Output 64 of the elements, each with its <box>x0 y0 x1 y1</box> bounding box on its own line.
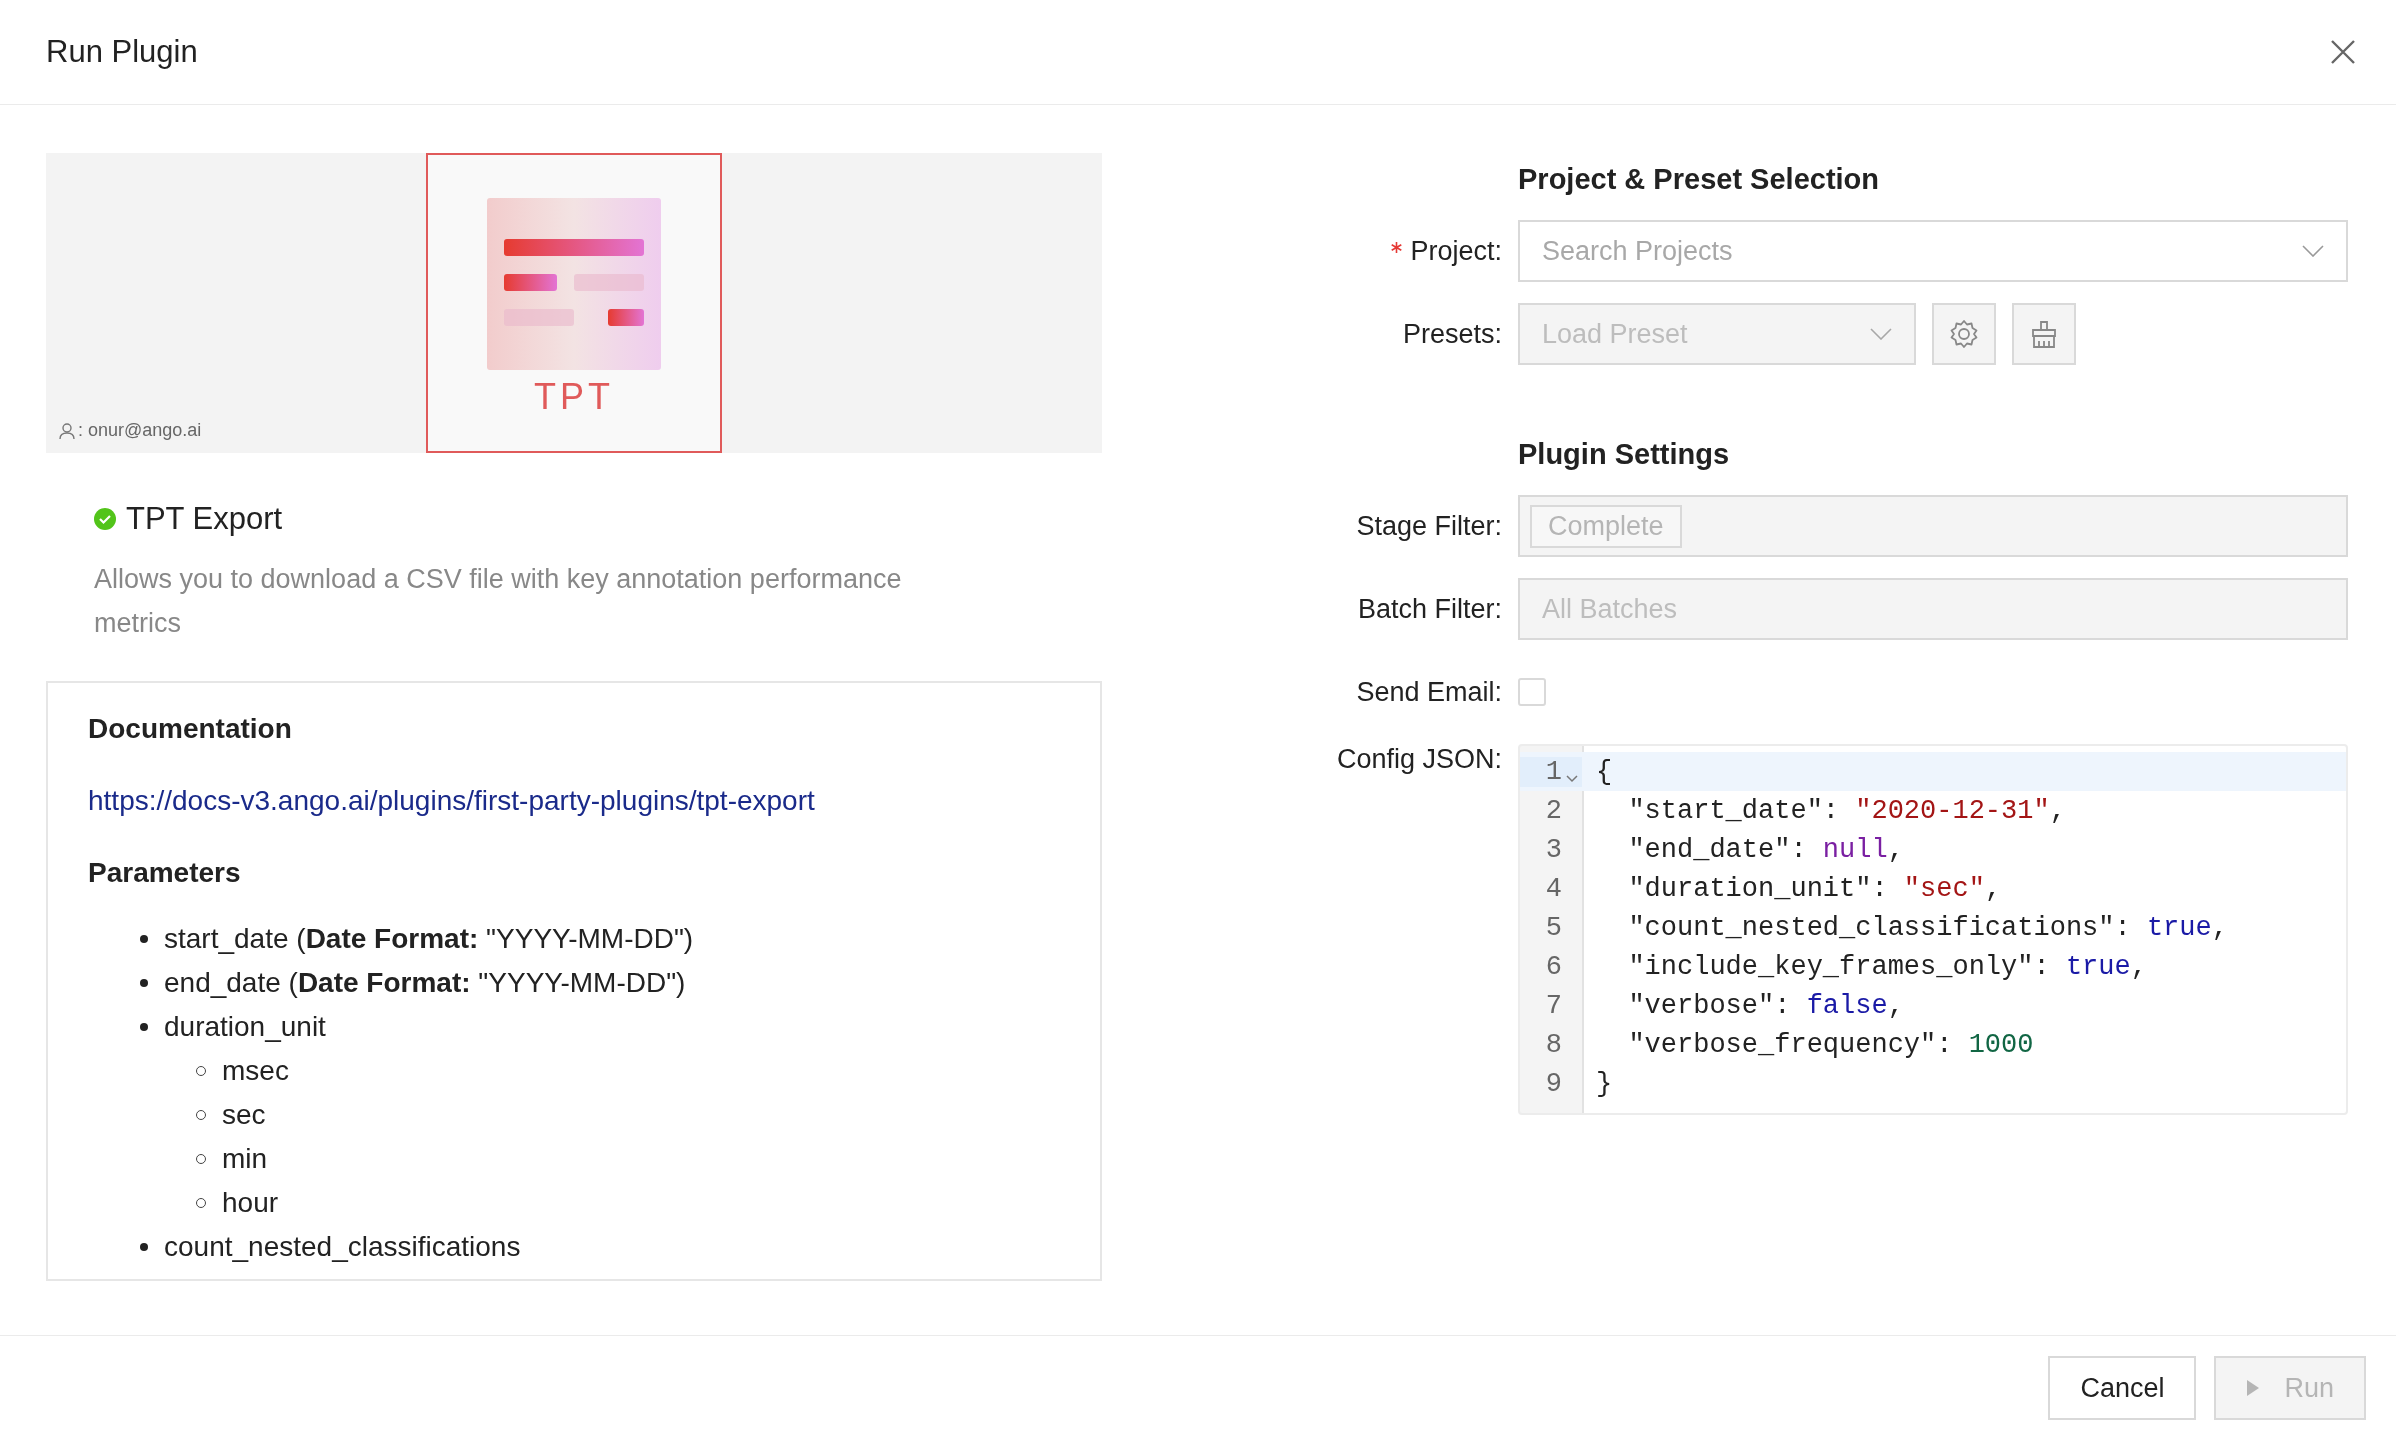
owner-email: : onur@ango.ai <box>78 420 202 441</box>
code-line: "include_key_frames_only": true, <box>1627 951 2147 982</box>
documentation-heading: Documentation <box>88 712 293 746</box>
plugin-name: TPT Export <box>126 501 283 537</box>
parameter-item: start_date (Date Format: "YYYY-MM-DD") <box>164 922 694 956</box>
line-number: 1 <box>1545 756 1562 787</box>
field-label: Batch Filter: <box>1357 593 1502 625</box>
line-number: 9 <box>1545 1068 1562 1099</box>
field-label: Send Email: <box>1356 676 1502 708</box>
parameter-option: msec <box>222 1049 289 1093</box>
line-number: 5 <box>1545 912 1562 943</box>
bullet-icon <box>140 1243 148 1251</box>
code-line: "end_date": null, <box>1627 834 1904 865</box>
fold-caret-icon[interactable] <box>1566 774 1578 783</box>
bullet-icon <box>140 979 148 987</box>
code-editor[interactable] <box>1518 744 2348 1115</box>
code-line: "start_date": "2020-12-31", <box>1627 795 2066 826</box>
settings-button[interactable] <box>1932 303 1996 365</box>
search-field[interactable]: Search Projects <box>1518 220 2348 282</box>
code-line: } <box>1595 1068 1613 1099</box>
field-label: Config JSON: <box>1336 744 1502 775</box>
section-heading: Plugin Settings <box>1518 437 1731 472</box>
parameter-option: sec <box>222 1093 266 1137</box>
settings-icon <box>1948 318 1980 350</box>
chevron-down-icon <box>1870 328 1892 340</box>
field-label: Stage Filter: <box>1356 510 1502 542</box>
email-checkbox[interactable] <box>1518 678 1546 706</box>
bullet-icon <box>140 935 148 943</box>
parameter-option: hour <box>222 1181 279 1225</box>
brush-icon <box>2029 319 2059 349</box>
tile-label: TPT <box>534 376 614 418</box>
dialog-title: Run Plugin <box>46 34 198 70</box>
stage-tag: Complete <box>1530 504 1682 548</box>
close-icon[interactable] <box>2330 39 2356 65</box>
chevron-down-icon <box>2302 245 2324 257</box>
user-icon <box>58 421 76 440</box>
code-line: "count_nested_classifications": true, <box>1627 912 2228 943</box>
section-heading: Project & Preset Selection <box>1518 162 1881 197</box>
check-circle-icon <box>94 508 116 530</box>
plugin-description: Allows you to download a CSV file with key annotation performance metrics <box>94 563 903 640</box>
bullet-icon <box>140 1023 148 1031</box>
line-number: 4 <box>1545 873 1562 904</box>
cancel-button[interactable]: Cancel <box>2048 1356 2197 1420</box>
parameter-option: min <box>222 1137 268 1181</box>
line-number: 2 <box>1545 795 1562 826</box>
play-icon <box>2246 1379 2261 1397</box>
table-icon <box>487 198 661 370</box>
field-label: Presets: <box>1402 318 1502 350</box>
code-line: "duration_unit": "sec", <box>1627 873 2002 904</box>
parameter-item: count_nested_classifications <box>164 1230 521 1264</box>
code-line: "verbose": false, <box>1627 990 1904 1021</box>
line-number: 6 <box>1545 951 1562 982</box>
parameter-item: end_date (Date Format: "YYYY-MM-DD") <box>164 966 686 1000</box>
line-number: 7 <box>1545 990 1562 1021</box>
parameter-item: duration_unit <box>164 1010 326 1044</box>
clear-button[interactable] <box>2012 303 2076 365</box>
line-number: 3 <box>1545 834 1562 865</box>
asterisk-icon <box>1391 241 1403 253</box>
parameters-heading: Parameters <box>88 856 242 890</box>
field-label: Project: <box>1410 235 1502 267</box>
documentation-link[interactable]: https://docs-v3.ango.ai/plugins/first-party-plugins/tpt-export <box>88 779 815 823</box>
line-number: 8 <box>1545 1029 1562 1060</box>
code-line: { <box>1595 756 1613 787</box>
code-line: "verbose_frequency": 1000 <box>1627 1029 2034 1060</box>
